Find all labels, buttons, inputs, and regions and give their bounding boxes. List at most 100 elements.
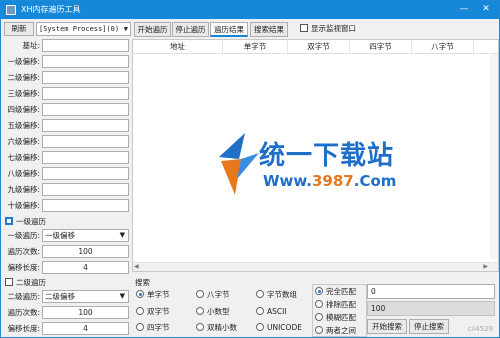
offset-row: 九级偏移: (2, 182, 131, 197)
radio-between-match[interactable]: 两者之间 (315, 326, 356, 336)
radio-checked-icon (315, 287, 323, 295)
stop-search-button[interactable]: 停止搜索 (409, 319, 449, 334)
radio-fuzzy-match[interactable]: 模糊匹配 (315, 313, 356, 323)
offset-input[interactable] (42, 87, 129, 100)
left-panel: 刷新 [System Process](0) ▼ 基址: 一级偏移: 二级偏移:… (2, 19, 131, 337)
radio-byte-array[interactable]: 字节数组 (256, 290, 297, 300)
radio-icon (136, 323, 144, 331)
base-address-input[interactable] (42, 39, 129, 52)
search-value-input[interactable]: 0 (367, 284, 495, 299)
radio-qword-label: 八字节 (207, 290, 230, 299)
minimize-button[interactable]: — (453, 1, 475, 19)
search-second-value-input[interactable]: 100 (367, 301, 495, 316)
list-header: 地址 单字节 双字节 四字节 八字节 (133, 40, 498, 54)
horizontal-scrollbar[interactable]: ◀ ▶ (133, 262, 498, 271)
radio-icon (196, 323, 204, 331)
radio-float-label: 小数型 (207, 307, 230, 316)
column-header-word[interactable]: 双字节 (288, 40, 350, 54)
stop-traverse-tab[interactable]: 停止遍历 (172, 22, 209, 37)
app-window: XH内存遍历工具 — ✕ 刷新 [System Process](0) ▼ 基址… (0, 0, 500, 338)
level2-count-row: 遍历次数: 100 (2, 305, 131, 320)
level2-length-input[interactable]: 4 (42, 322, 129, 335)
traverse-results-tab[interactable]: 遍历结果 (210, 22, 248, 37)
scroll-right-icon[interactable]: ▶ (483, 263, 488, 270)
base-address-label: 基址: (22, 41, 40, 50)
offset-input[interactable] (42, 151, 129, 164)
column-header-dword[interactable]: 四字节 (350, 40, 412, 54)
search-header: 搜索 (135, 278, 150, 287)
offset-input[interactable] (42, 55, 129, 68)
offset-label: 六级偏移: (7, 137, 40, 146)
radio-ascii[interactable]: ASCII (256, 307, 287, 317)
search-panel: 搜索 单字节 八字节 字节数组 双字节 小数型 ASCII 四字节 双精小数 U… (132, 274, 310, 337)
title-bar[interactable]: XH内存遍历工具 — ✕ (1, 1, 499, 19)
column-header-address[interactable]: 地址 (133, 40, 223, 54)
radio-dword[interactable]: 四字节 (136, 323, 170, 333)
radio-unicode-label: UNICODE (267, 323, 302, 332)
level1-count-input[interactable]: 100 (42, 245, 129, 258)
watermark-url-pre: Www. (263, 172, 312, 190)
radio-icon (196, 307, 204, 315)
offset-label: 十级偏移: (7, 201, 40, 210)
offset-label: 八级偏移: (7, 169, 40, 178)
radio-icon (315, 300, 323, 308)
level2-length-row: 偏移长度: 4 (2, 321, 131, 336)
level2-count-label: 遍历次数: (7, 308, 40, 317)
chevron-down-icon: ▼ (123, 25, 128, 33)
radio-qword[interactable]: 八字节 (196, 290, 230, 300)
start-traverse-tab[interactable]: 开始遍历 (134, 22, 171, 37)
offset-row: 三级偏移: (2, 86, 131, 101)
base-address-row: 基址: (2, 38, 131, 53)
level2-count-input[interactable]: 100 (42, 306, 129, 319)
radio-icon (196, 290, 204, 298)
level1-length-label: 偏移长度: (7, 263, 40, 272)
radio-word[interactable]: 双字节 (136, 307, 170, 317)
level2-checkbox[interactable]: 二级遍历 (5, 277, 125, 289)
radio-between-match-label: 两者之间 (326, 326, 356, 335)
column-header-byte[interactable]: 单字节 (223, 40, 288, 54)
offset-input[interactable] (42, 199, 129, 212)
level1-length-input[interactable]: 4 (42, 261, 129, 274)
offset-input[interactable] (42, 71, 129, 84)
level1-mode-select[interactable]: 一级偏移 ▼ (42, 229, 129, 242)
process-select[interactable]: [System Process](0) ▼ (36, 22, 131, 36)
offset-label: 九级偏移: (7, 185, 40, 194)
column-header-qword[interactable]: 八字节 (412, 40, 474, 54)
radio-unicode[interactable]: UNICODE (256, 323, 302, 333)
radio-float[interactable]: 小数型 (196, 307, 230, 317)
offset-label: 五级偏移: (7, 121, 40, 130)
show-monitor-checkbox[interactable]: 显示监视窗口 (300, 23, 356, 35)
close-button[interactable]: ✕ (475, 1, 497, 19)
offset-input[interactable] (42, 103, 129, 116)
offset-input[interactable] (42, 135, 129, 148)
radio-fuzzy-match-label: 模糊匹配 (326, 313, 356, 322)
offset-label: 三级偏移: (7, 89, 40, 98)
checkbox-icon (5, 278, 13, 286)
toolbar: 开始遍历 停止遍历 遍历结果 搜索结果 显示监视窗口 (132, 19, 499, 38)
level2-mode-select[interactable]: 二级偏移 ▼ (42, 290, 129, 303)
radio-icon (315, 326, 323, 334)
show-monitor-label: 显示监视窗口 (311, 24, 356, 33)
offset-row: 二级偏移: (2, 70, 131, 85)
offset-label: 一级偏移: (7, 57, 40, 66)
radio-double[interactable]: 双精小数 (196, 323, 237, 333)
level1-checkbox[interactable]: 一级遍历 (5, 216, 125, 228)
offset-input[interactable] (42, 183, 129, 196)
refresh-button[interactable]: 刷新 (4, 22, 34, 36)
scroll-left-icon[interactable]: ◀ (134, 263, 139, 270)
radio-exclude-match-label: 排除匹配 (326, 300, 356, 309)
radio-exclude-match[interactable]: 排除匹配 (315, 300, 356, 310)
offset-input[interactable] (42, 119, 129, 132)
start-search-button[interactable]: 开始搜索 (367, 319, 407, 334)
search-results-tab[interactable]: 搜索结果 (250, 22, 288, 37)
radio-byte-label: 单字节 (147, 290, 170, 299)
level1-count-row: 遍历次数: 100 (2, 244, 131, 259)
radio-checked-icon (136, 290, 144, 298)
offset-input[interactable] (42, 167, 129, 180)
radio-byte[interactable]: 单字节 (136, 290, 170, 300)
radio-exact-match[interactable]: 完全匹配 (315, 287, 356, 297)
vertical-scrollbar[interactable] (490, 54, 498, 259)
offset-label: 七级偏移: (7, 153, 40, 162)
watermark-url-num: 3987 (312, 172, 354, 190)
radio-icon (136, 307, 144, 315)
